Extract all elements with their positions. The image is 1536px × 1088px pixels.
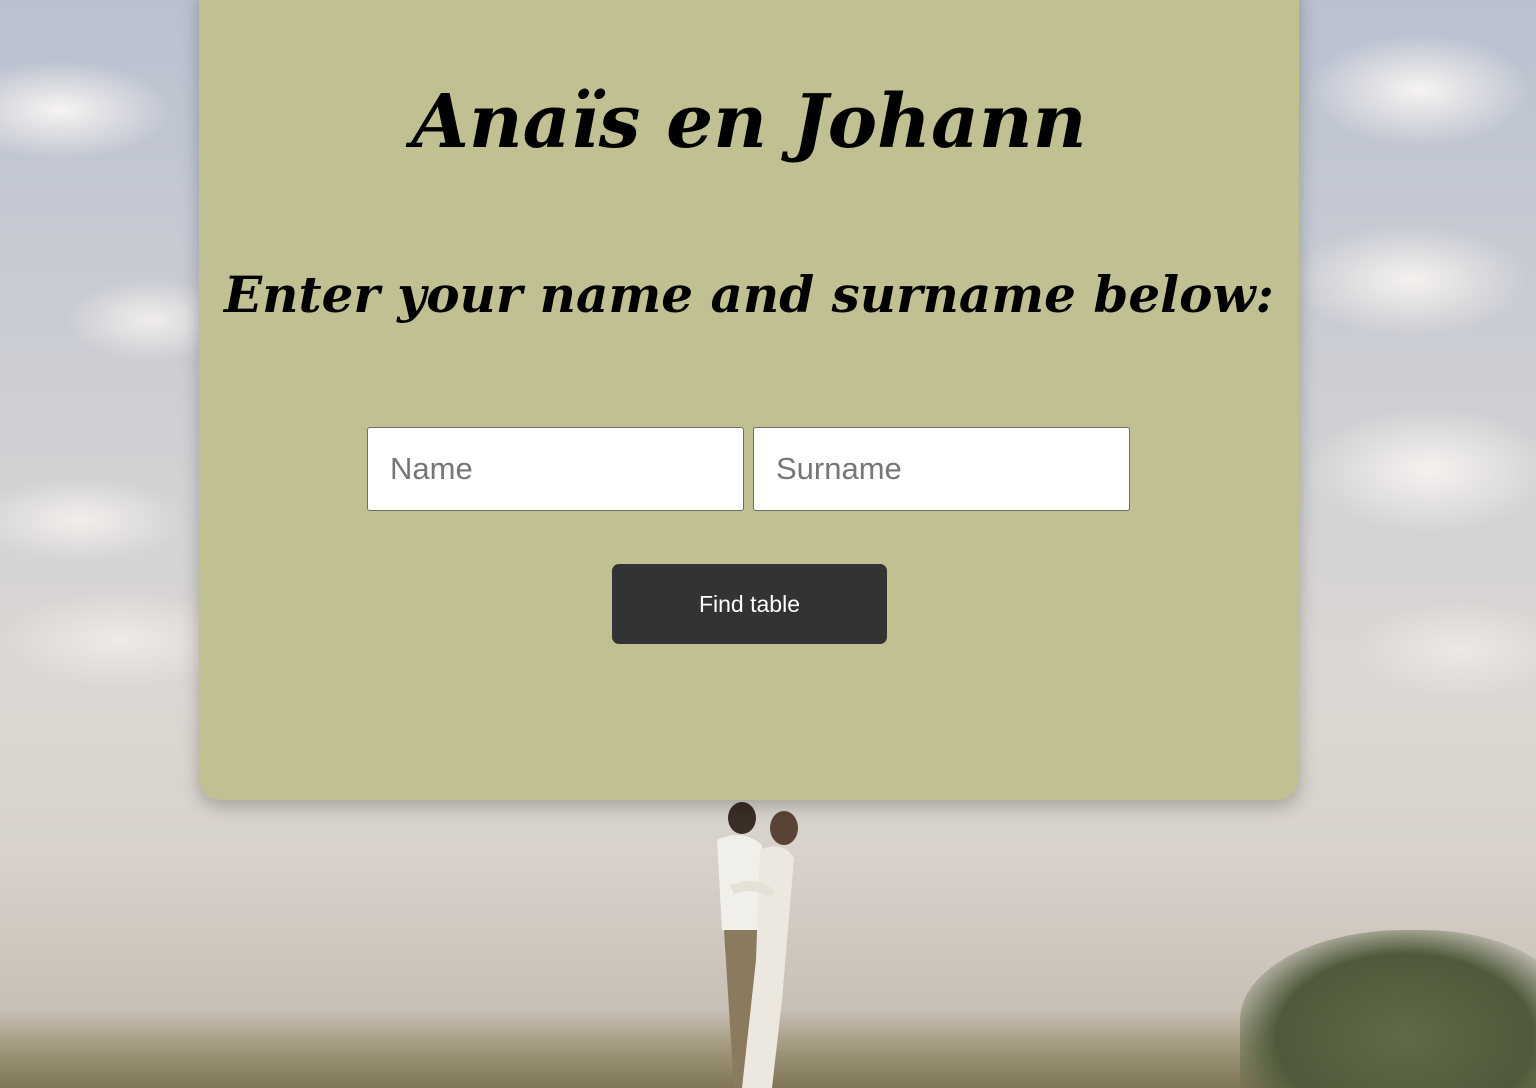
- couple-figure: [717, 802, 798, 1088]
- instruction-heading: Enter your name and surname below:: [224, 265, 1274, 324]
- surname-input[interactable]: [753, 427, 1130, 511]
- name-input[interactable]: [367, 427, 744, 511]
- couple-names-title: Anaïs en Johann: [411, 79, 1087, 165]
- find-table-button[interactable]: Find table: [612, 564, 887, 644]
